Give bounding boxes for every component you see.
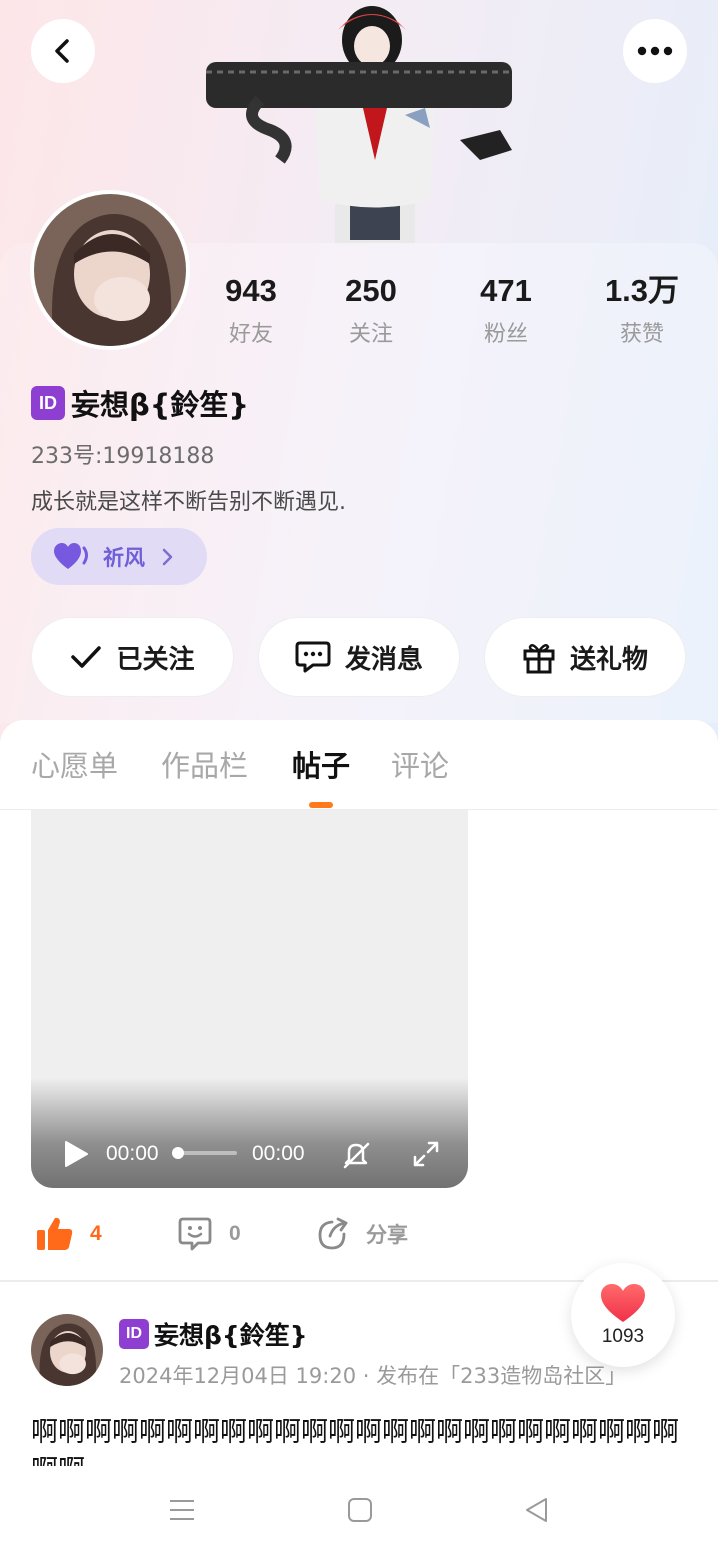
menu-icon (170, 1500, 194, 1520)
like-count: 4 (90, 1222, 102, 1245)
play-icon[interactable] (61, 1139, 91, 1169)
follow-label: 已关注 (116, 644, 195, 675)
heart-count: 1093 (601, 1326, 645, 1347)
video-current-time: 00:00 (106, 1142, 159, 1165)
check-icon (71, 646, 102, 668)
stat-value: 1.3万 (604, 273, 680, 308)
post-author-avatar[interactable] (31, 1314, 103, 1386)
post-author-row[interactable]: ID 妄想β{鈴笙} (119, 1317, 308, 1351)
video-progress-track[interactable] (177, 1151, 237, 1155)
follow-button[interactable]: 已关注 (31, 617, 234, 697)
gift-icon (523, 643, 555, 674)
stat-likes[interactable]: 1.3万 获赞 (582, 272, 702, 348)
back-triangle-icon (526, 1498, 547, 1522)
tag-label: 祈风 (103, 545, 145, 570)
fullscreen-icon[interactable] (412, 1140, 440, 1168)
heart-wave-icon (54, 542, 88, 569)
nav-menu-button[interactable] (166, 1494, 198, 1526)
avatar-image (31, 1314, 103, 1386)
like-button[interactable]: 4 (36, 1212, 102, 1256)
video-progress-handle[interactable] (172, 1147, 184, 1159)
id-badge: ID (119, 1319, 149, 1349)
profile-avatar[interactable] (30, 190, 190, 350)
post-meta: 2024年12月04日 19:20 · 发布在「233造物岛社区」 (119, 1364, 627, 1388)
banner-artwork (206, 6, 512, 245)
nav-home-button[interactable] (344, 1494, 376, 1526)
stat-label: 获赞 (619, 322, 664, 347)
chevron-right-icon (162, 548, 173, 565)
id-badge: ID (31, 386, 65, 420)
chat-icon (295, 641, 331, 673)
stat-value: 250 (345, 273, 397, 308)
more-dots-icon (637, 46, 673, 56)
tab-wishlist[interactable]: 心愿单 (31, 745, 118, 787)
gift-button[interactable]: 送礼物 (484, 617, 686, 697)
stat-value: 943 (225, 273, 277, 308)
tab-works[interactable]: 作品栏 (161, 745, 248, 787)
user-id: 233号:19918188 (31, 444, 215, 469)
tab-posts[interactable]: 帖子 (292, 745, 350, 787)
avatar-image (34, 194, 186, 346)
back-button[interactable] (31, 19, 95, 83)
video-total-time: 00:00 (252, 1142, 305, 1165)
message-label: 发消息 (344, 644, 423, 675)
thumbs-up-icon (37, 1217, 73, 1250)
video-player[interactable]: 00:00 00:00 (31, 810, 468, 1188)
stat-label: 好友 (228, 322, 273, 347)
active-tab-indicator (309, 802, 333, 808)
tab-comments[interactable]: 评论 (391, 745, 449, 787)
nav-back-button[interactable] (521, 1494, 553, 1526)
stat-friends[interactable]: 943 好友 (191, 272, 311, 348)
comment-count: 0 (229, 1222, 241, 1245)
heart-icon (601, 1284, 645, 1322)
message-button[interactable]: 发消息 (258, 617, 460, 697)
share-icon (318, 1217, 348, 1250)
stat-fans[interactable]: 471 粉丝 (446, 272, 566, 348)
stat-following[interactable]: 250 关注 (311, 272, 431, 348)
post-author-name: 妄想β{鈴笙} (154, 1321, 308, 1350)
share-button[interactable]: 分享 (316, 1212, 408, 1256)
nickname-row: ID 妄想β{鈴笙} (31, 383, 249, 423)
post-body[interactable]: 啊啊啊啊啊啊啊啊啊啊啊啊啊啊啊啊啊啊啊啊啊啊啊啊啊啊 (31, 1414, 691, 1466)
more-button[interactable] (623, 19, 687, 83)
chevron-left-icon (55, 39, 69, 63)
stat-label: 关注 (348, 322, 393, 347)
home-square-icon (348, 1498, 372, 1522)
mute-icon[interactable] (341, 1140, 371, 1170)
video-controls-shade (31, 1078, 468, 1188)
stat-value: 471 (480, 273, 532, 308)
comment-button[interactable]: 0 (177, 1212, 241, 1256)
stat-label: 粉丝 (483, 322, 528, 347)
heart-fab-button[interactable]: 1093 (571, 1263, 675, 1367)
share-label: 分享 (366, 1223, 408, 1247)
nickname: 妄想β{鈴笙} (71, 388, 250, 422)
gift-label: 送礼物 (569, 644, 648, 675)
tag-chip[interactable]: 祈风 (31, 528, 207, 585)
bio: 成长就是这样不断告别不断遇见. (31, 490, 346, 515)
comment-smile-icon (178, 1217, 212, 1251)
